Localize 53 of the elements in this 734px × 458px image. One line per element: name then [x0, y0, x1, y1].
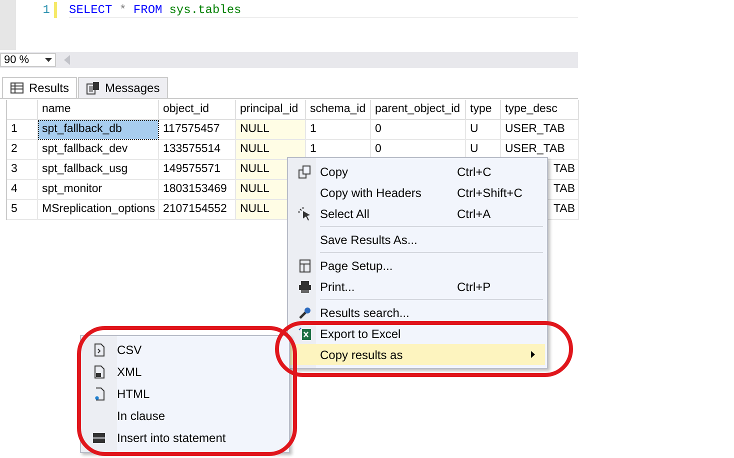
- table-cell: 2107154552: [159, 200, 236, 220]
- table-icon: [92, 431, 106, 445]
- change-marker: [54, 2, 57, 18]
- menu-item[interactable]: Export to Excel: [290, 323, 545, 344]
- menu-item[interactable]: In clause: [81, 405, 289, 427]
- menu-item[interactable]: Save Results As...: [290, 229, 545, 255]
- cursor-icon: [298, 206, 312, 220]
- table-cell: 1: [306, 120, 371, 140]
- table-cell: 117575457: [159, 120, 236, 140]
- menu-item[interactable]: Page Setup...: [290, 255, 545, 276]
- copy-icon: [298, 164, 312, 178]
- table-cell: NULL: [236, 120, 306, 140]
- row-number: 4: [7, 180, 38, 200]
- table-cell: USER_TAB: [501, 120, 579, 140]
- table-cell: 133575514: [159, 140, 236, 160]
- table-cell: spt_monitor: [38, 180, 159, 200]
- row-number: 3: [7, 160, 38, 180]
- tab[interactable]: Results: [2, 77, 78, 98]
- menu-item[interactable]: Insert into statement: [81, 427, 289, 449]
- caret-icon: [45, 58, 52, 62]
- menu-item[interactable]: CSV: [81, 339, 289, 361]
- table-cell: U: [466, 120, 501, 140]
- grid-icon: [10, 81, 24, 95]
- menu-item[interactable]: Copy results as: [290, 344, 545, 365]
- tab[interactable]: Messages: [78, 77, 168, 98]
- table-cell: spt_fallback_dev: [38, 140, 159, 160]
- table-cell: NULL: [236, 140, 306, 160]
- table-cell: MSreplication_options: [38, 200, 159, 220]
- file-icon: [92, 387, 106, 401]
- menu-item[interactable]: XML: [81, 361, 289, 383]
- menu-item[interactable]: Results search...: [290, 302, 545, 323]
- file-icon: [92, 365, 106, 379]
- spreadsheet-icon: [298, 326, 312, 340]
- zoom-dropdown[interactable]: 90 %: [0, 53, 56, 67]
- table-cell: spt_fallback_db: [38, 120, 159, 140]
- submenu-arrow-icon: [531, 351, 535, 358]
- line-number: 1: [42, 2, 50, 17]
- table-cell: 0: [371, 120, 466, 140]
- editor-gutter: [0, 0, 16, 50]
- code-line[interactable]: SELECT * FROM sys.tables: [69, 0, 578, 18]
- file-icon: [92, 343, 106, 357]
- menu-item[interactable]: Print... Ctrl+P: [290, 276, 545, 302]
- table-cell: 149575571: [159, 160, 236, 180]
- row-number: 2: [7, 140, 38, 160]
- table-cell: 1803153469: [159, 180, 236, 200]
- scroll-left-icon[interactable]: [64, 55, 70, 65]
- row-number: 5: [7, 200, 38, 220]
- printer-icon: [298, 280, 312, 294]
- table-cell: spt_fallback_usg: [38, 160, 159, 180]
- menu-item[interactable]: HTML: [81, 383, 289, 405]
- row-number: 1: [7, 120, 38, 140]
- document-icon: [86, 81, 100, 95]
- page-icon: [298, 258, 312, 272]
